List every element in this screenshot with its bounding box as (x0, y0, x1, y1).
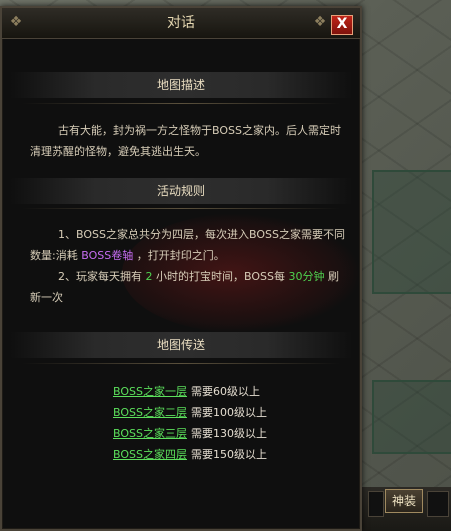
divider (22, 363, 340, 364)
floor-ornament (372, 170, 451, 294)
close-icon: X (336, 16, 348, 32)
teleport-row-floor-1: BOSS之家一层 需要60级以上 (113, 383, 260, 401)
teleport-link-floor-4[interactable]: BOSS之家四层 (113, 448, 187, 461)
level-requirement: 需要100级以上 (190, 406, 267, 419)
teleport-row-floor-3: BOSS之家三层 需要130级以上 (113, 425, 267, 443)
teleport-row-floor-4: BOSS之家四层 需要150级以上 (113, 446, 267, 464)
teleport-link-floor-3[interactable]: BOSS之家三层 (113, 427, 187, 440)
dialog-title: 对话 (167, 15, 195, 31)
map-description-text: 古有大能，封为祸一方之怪物于BOSS之家内。后人需定时清理苏醒的怪物，避免其逃出… (30, 124, 341, 158)
map-description-header: 地图描述 (10, 72, 352, 98)
divider (22, 208, 340, 209)
boss-scroll-item: BOSS卷轴 (81, 249, 134, 262)
teleport-link-floor-1[interactable]: BOSS之家一层 (113, 385, 187, 398)
floor-ornament-lower (372, 380, 451, 454)
level-requirement: 需要60级以上 (190, 385, 260, 398)
divine-equipment-button[interactable]: 神装 (385, 489, 423, 513)
level-requirement: 需要150级以上 (190, 448, 267, 461)
refresh-minutes-value: 30分钟 (288, 270, 325, 283)
divider (22, 103, 340, 104)
play-hours-value: 2 (145, 270, 153, 283)
level-requirement: 需要130级以上 (190, 427, 267, 440)
rules-header: 活动规则 (10, 178, 352, 204)
rule-2-text-mid: 小时的打宝时间，BOSS每 (156, 270, 285, 283)
npc-dialog: ❖ ❖ 对话 X 地图描述 古有大能，封为祸一方之怪物于BOSS之家内。后人需定… (0, 6, 362, 531)
teleport-row-floor-2: BOSS之家二层 需要100级以上 (113, 404, 267, 422)
rule-1-text-end: ，打开封印之门。 (136, 249, 225, 262)
rule-2-text: 2、玩家每天拥有 (58, 270, 142, 283)
rule-1: 1、BOSS之家总共分为四层，每次进入BOSS之家需要不同数量:消耗 BOSS卷… (30, 224, 348, 266)
hud-slot (427, 491, 449, 517)
rule-2: 2、玩家每天拥有 2 小时的打宝时间，BOSS每 30分钟 刷新一次 (30, 266, 348, 308)
hud-slot (368, 491, 384, 517)
teleport-link-floor-2[interactable]: BOSS之家二层 (113, 406, 187, 419)
teleport-header: 地图传送 (10, 332, 352, 358)
close-button[interactable]: X (331, 15, 353, 35)
